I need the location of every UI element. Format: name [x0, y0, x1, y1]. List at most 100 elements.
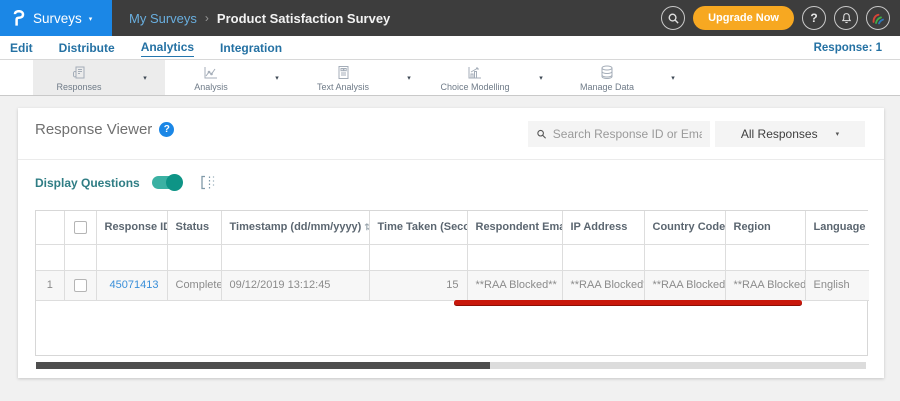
filter-cell[interactable] [369, 244, 468, 271]
header-timestamp[interactable]: Timestamp (dd/mm/yyyy)⇅ [221, 211, 370, 245]
toolbar-item-label: Choice Modelling [440, 81, 510, 92]
display-questions-row: Display Questions [35, 174, 216, 191]
time-taken-cell: 15 [369, 270, 468, 301]
toolbar-item-analysis[interactable]: Analysis [165, 60, 257, 95]
toolbar-item-manage-data[interactable]: Manage Data [561, 60, 653, 95]
response-search-box [528, 121, 710, 147]
breadcrumb-my-surveys[interactable]: My Surveys [129, 11, 197, 26]
response-viewer-card: Response Viewer ? All Responses ▾ Displa… [18, 108, 884, 378]
account-avatar[interactable] [866, 6, 890, 30]
select-all-checkbox[interactable] [73, 220, 87, 234]
chevron-down-icon: ▾ [835, 131, 840, 138]
column-filter-row [36, 244, 869, 271]
gauge-logo-icon [872, 13, 884, 25]
questionpro-logo-icon [13, 9, 25, 26]
tab-distribute[interactable]: Distribute [59, 39, 115, 57]
text-analysis-dropdown-caret[interactable]: ▾ [389, 60, 429, 95]
toolbar-group-manage-data: Manage Data ▾ [561, 60, 693, 95]
response-count-label: Response: 1 [813, 41, 882, 54]
sort-icon[interactable]: ⇅ [364, 222, 368, 232]
toolbar-item-label: Manage Data [579, 81, 635, 92]
toolbar-group-text-analysis: Text Analysis ▾ [297, 60, 429, 95]
responses-table-container: Response ID▼ Status Timestamp (dd/mm/yyy… [35, 210, 869, 356]
header-label: Response ID [104, 221, 167, 234]
page-title: Response Viewer ? [35, 121, 175, 138]
responses-dropdown-caret[interactable]: ▾ [125, 60, 165, 95]
tab-analytics[interactable]: Analytics [140, 38, 195, 57]
search-icon [668, 13, 679, 24]
upgrade-now-button[interactable]: Upgrade Now [693, 6, 794, 30]
response-id-link[interactable]: 45071413 [110, 279, 159, 291]
choice-modelling-dropdown-caret[interactable]: ▾ [521, 60, 561, 95]
ip-address-cell: **RAA Blocked** [562, 270, 645, 301]
status-cell: Completed [167, 270, 222, 301]
header-language: Language [805, 211, 869, 245]
page-title-text: Response Viewer [35, 121, 153, 138]
region-cell: **RAA Blocked** [725, 270, 806, 301]
text-analysis-icon [338, 65, 349, 79]
toolbar-item-responses[interactable]: Responses [33, 60, 125, 95]
freeze-columns-icon[interactable] [200, 175, 216, 190]
toolbar-item-label: Analysis [194, 81, 228, 92]
display-questions-toggle[interactable] [151, 174, 183, 191]
analysis-dropdown-caret[interactable]: ▾ [257, 60, 297, 95]
survey-tab-bar: Edit Distribute Analytics Integration Re… [0, 36, 900, 60]
language-cell: English [805, 270, 869, 301]
row-checkbox[interactable] [73, 278, 87, 292]
response-viewer-help-icon[interactable]: ? [159, 122, 175, 137]
filter-cell[interactable] [167, 244, 222, 271]
top-navigation-bar: Surveys ▾ My Surveys › Product Satisfact… [0, 0, 900, 36]
header-select-all [64, 211, 97, 245]
timestamp-cell: 09/12/2019 13:12:45 [221, 270, 370, 301]
tab-integration[interactable]: Integration [220, 39, 282, 57]
filter-cell[interactable] [562, 244, 645, 271]
header-region: Region [725, 211, 806, 245]
header-country-code: Country Code [644, 211, 726, 245]
toggle-knob [165, 174, 183, 191]
topbar-actions: Upgrade Now ? [661, 6, 900, 30]
respondent-email-cell: **RAA Blocked** [467, 270, 563, 301]
filter-selected-value: All Responses [740, 127, 818, 141]
filter-cell[interactable] [725, 244, 806, 271]
toolbar-item-label: Responses [56, 81, 102, 92]
global-search-button[interactable] [661, 6, 686, 30]
manage-data-dropdown-caret[interactable]: ▾ [653, 60, 693, 95]
chevron-down-icon: ▾ [88, 16, 93, 23]
filter-cell[interactable] [467, 244, 563, 271]
question-mark-icon: ? [810, 11, 818, 25]
toolbar-group-responses: Responses ▾ [33, 60, 165, 95]
responses-table: Response ID▼ Status Timestamp (dd/mm/yyy… [36, 211, 869, 301]
search-response-input[interactable] [552, 127, 702, 141]
responses-icon [73, 66, 85, 78]
filter-cell[interactable] [805, 244, 869, 271]
product-name: Surveys [33, 10, 82, 26]
table-header-row: Response ID▼ Status Timestamp (dd/mm/yyy… [36, 211, 869, 245]
tab-edit[interactable]: Edit [10, 39, 33, 57]
notifications-button[interactable] [834, 6, 858, 30]
table-row: 1 45071413 Completed 09/12/2019 13:12:45… [36, 270, 869, 301]
app-window: Surveys ▾ My Surveys › Product Satisfact… [0, 0, 900, 401]
horizontal-scrollbar-thumb[interactable] [36, 362, 490, 369]
toolbar-item-choice-modelling[interactable]: Choice Modelling [429, 60, 521, 95]
filter-cell[interactable] [644, 244, 726, 271]
response-filter-select[interactable]: All Responses ▾ [715, 121, 865, 147]
analysis-icon [204, 66, 217, 78]
header-response-id[interactable]: Response ID▼ [96, 211, 168, 245]
header-respondent-email: Respondent Email [467, 211, 563, 245]
header-row-number [36, 211, 65, 245]
toolbar-group-choice-modelling: Choice Modelling ▾ [429, 60, 561, 95]
horizontal-scrollbar-track[interactable] [36, 362, 866, 369]
header-time-taken[interactable]: Time Taken (Seconds)⇅ [369, 211, 468, 245]
toolbar-item-text-analysis[interactable]: Text Analysis [297, 60, 389, 95]
annotation-red-underline [454, 300, 802, 305]
toolbar-group-analysis: Analysis ▾ [165, 60, 297, 95]
help-button[interactable]: ? [802, 6, 826, 30]
manage-data-icon [601, 65, 613, 79]
header-ip-address: IP Address [562, 211, 645, 245]
filter-cell[interactable] [96, 244, 168, 271]
product-switcher[interactable]: Surveys ▾ [0, 0, 112, 36]
filter-cell [36, 244, 65, 271]
header-status: Status [167, 211, 222, 245]
filter-cell[interactable] [221, 244, 370, 271]
row-number: 1 [36, 270, 65, 301]
